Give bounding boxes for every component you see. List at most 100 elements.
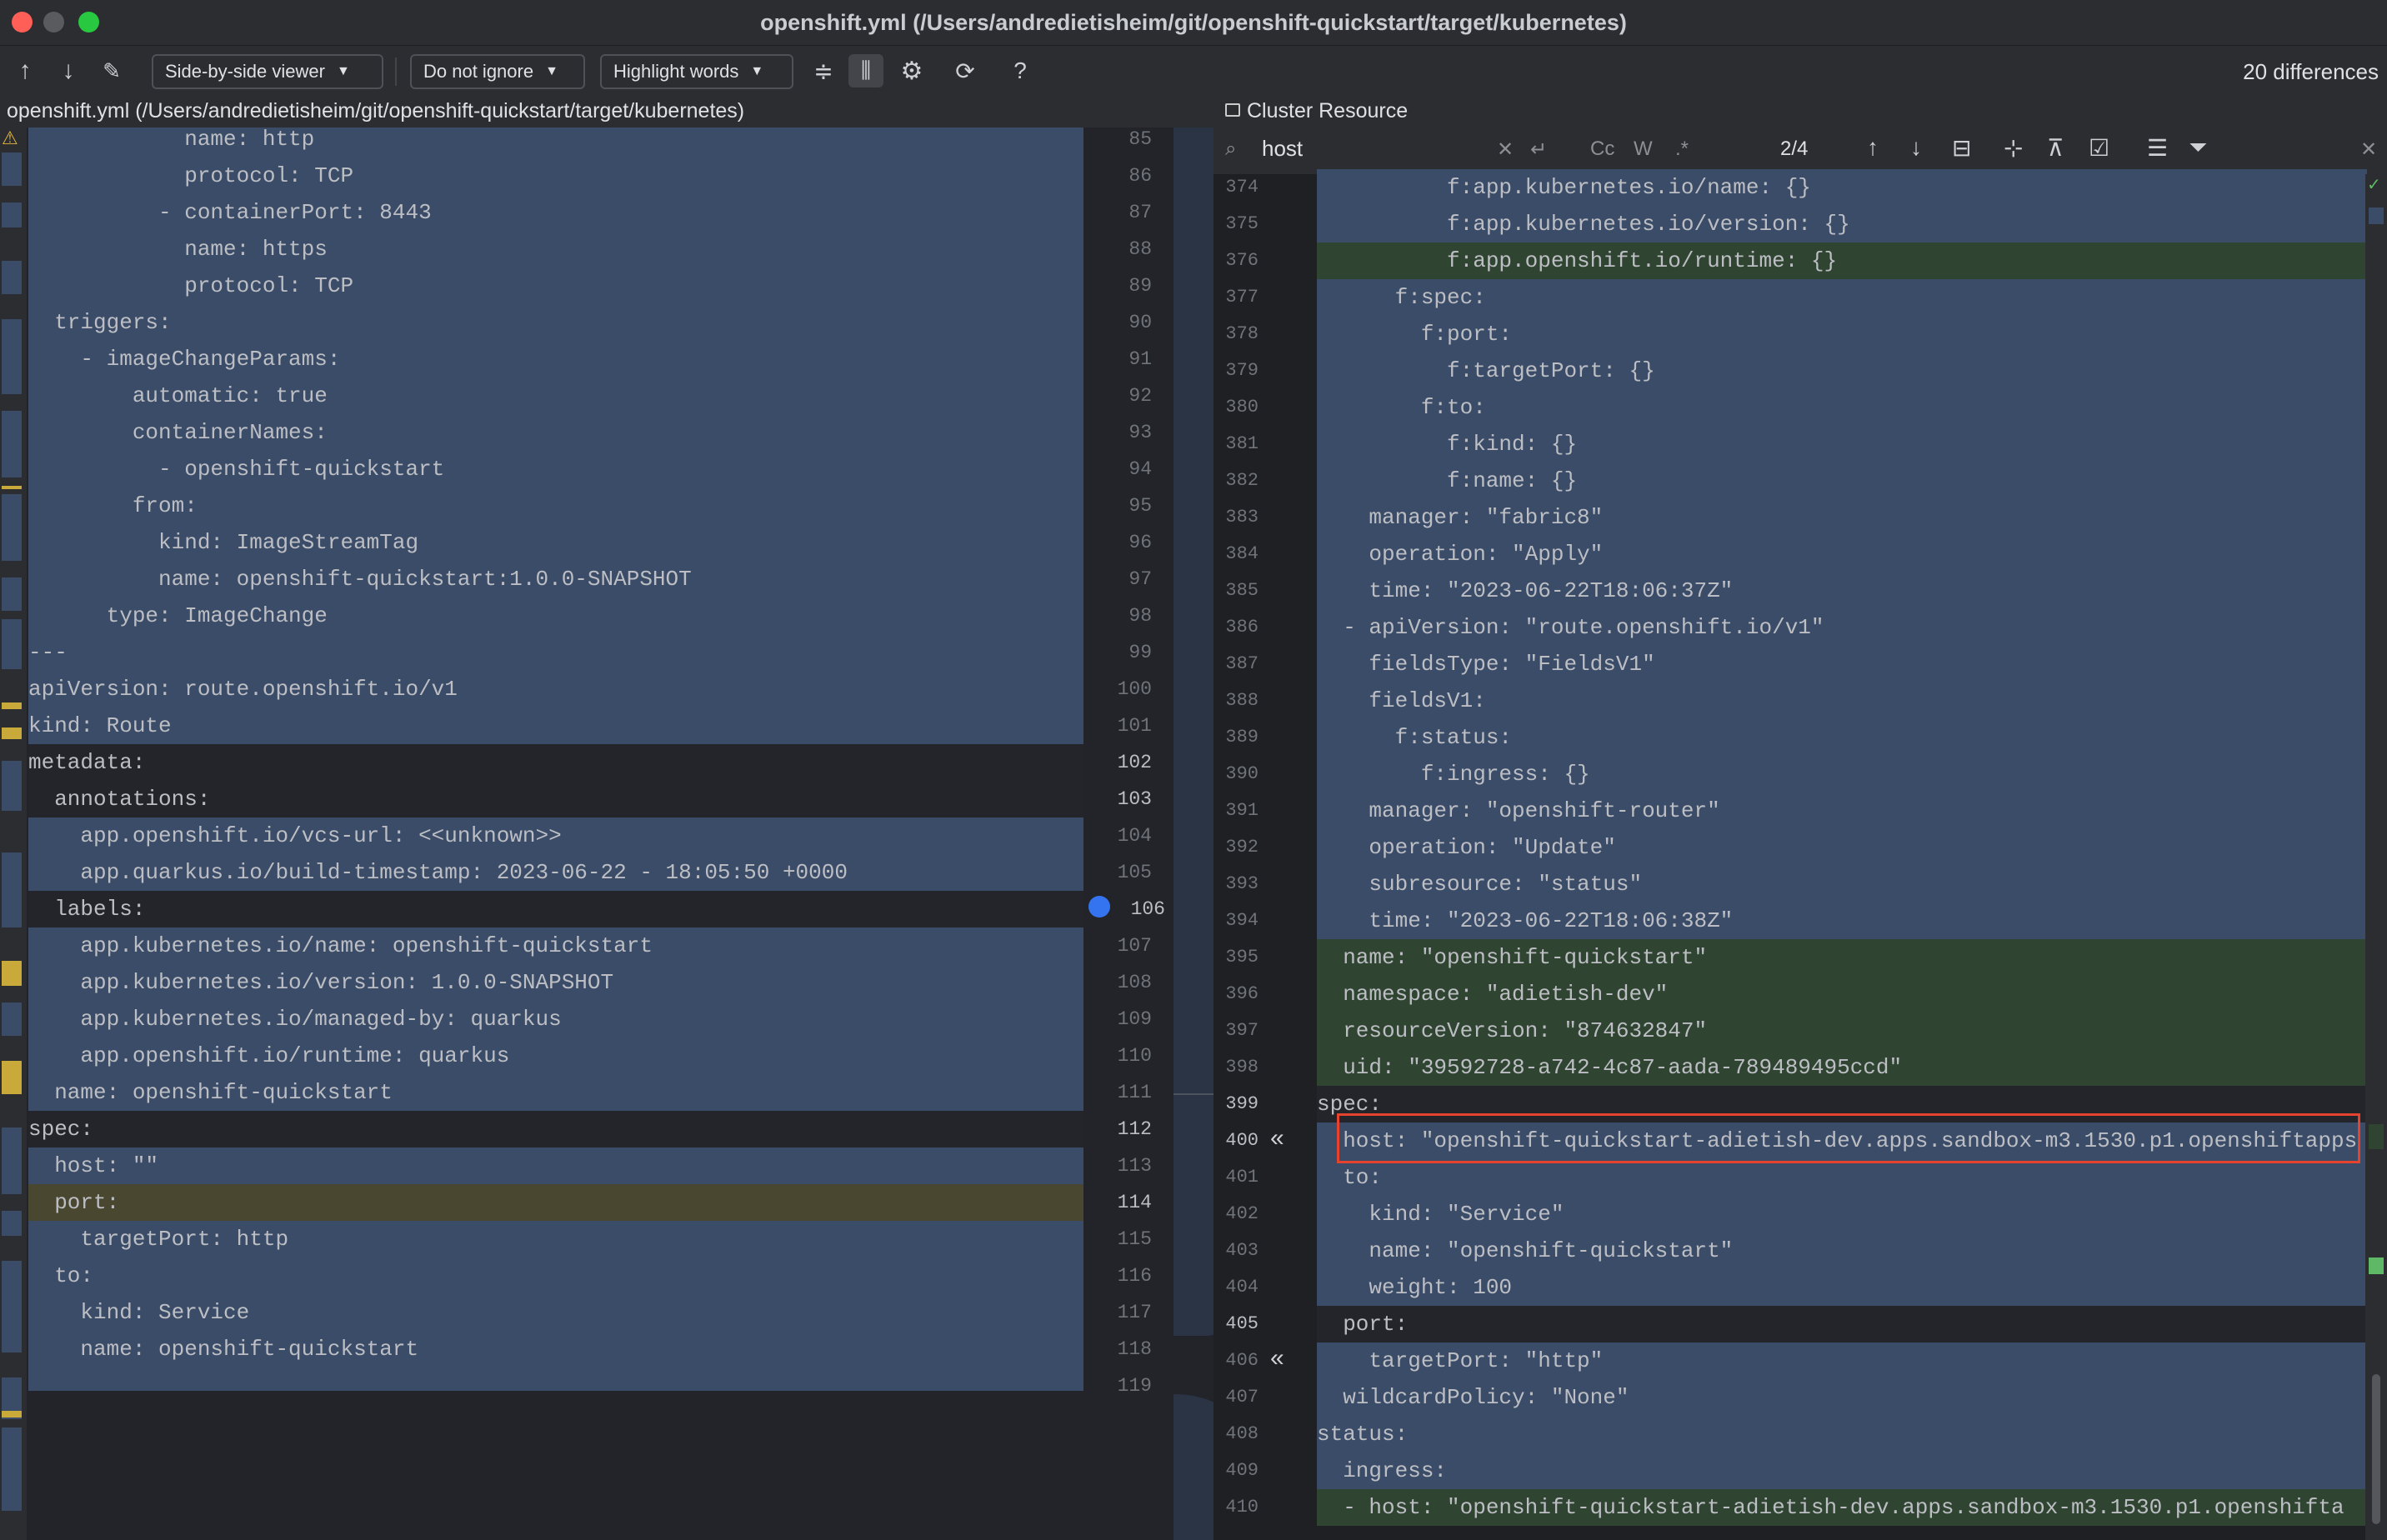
search-bar: ⌕ host ✕ ↵ Cc W .* 2/4 ↑ ↓ ⊟ ⊹ ⊼ ☑ ☰ ⏷ ✕ <box>1214 128 2387 175</box>
code-line: app.quarkus.io/build-timestamp: 2023-06-… <box>28 854 1083 891</box>
select-all-occurrences-icon[interactable]: ☑ <box>2089 134 2109 162</box>
line-number: 101 <box>1117 715 1152 737</box>
code-line: - openshift-quickstart <box>28 451 1083 488</box>
line-number: 407 <box>1225 1387 1259 1408</box>
previous-difference-arrow-up-icon[interactable]: ↑ <box>10 54 40 88</box>
add-selection-icon[interactable]: ⊹ <box>2004 134 2023 162</box>
code-line: triggers: <box>28 304 1083 341</box>
code-line: time: "2023-06-22T18:06:38Z" <box>1317 902 2367 939</box>
line-number: 406 <box>1225 1350 1259 1371</box>
code-line: port: <box>1317 1306 2367 1342</box>
line-number: 393 <box>1225 873 1259 894</box>
line-number: 380 <box>1225 397 1259 418</box>
line-number: 374 <box>1225 177 1259 198</box>
line-number: 100 <box>1117 678 1152 700</box>
code-line: f:spec: <box>1317 279 2367 316</box>
line-number: 91 <box>1128 348 1152 370</box>
line-number: 387 <box>1225 653 1259 674</box>
stripe-mark <box>2369 1124 2384 1149</box>
apply-change-chevron-left-icon[interactable]: « <box>1270 1124 1284 1152</box>
stripe-mark <box>2 961 22 986</box>
code-line: time: "2023-06-22T18:06:37Z" <box>1317 572 2367 609</box>
code-line: - containerPort: 8443 <box>28 194 1083 231</box>
show-filter-icon[interactable]: ☰ <box>2147 134 2168 162</box>
line-number: 114 <box>1117 1192 1152 1213</box>
code-line: from: <box>28 488 1083 524</box>
right-title-label: Cluster Resource <box>1247 99 1409 122</box>
whole-words-toggle[interactable]: W <box>1634 138 1653 161</box>
clear-search-icon[interactable]: ✕ <box>1497 138 1514 162</box>
code-line: app.kubernetes.io/version: 1.0.0-SNAPSHO… <box>28 964 1083 1001</box>
collapse-unchanged-icon[interactable]: ≑ <box>807 54 840 88</box>
right-error-stripe: ✓ <box>2365 174 2387 1540</box>
check-icon: ✓ <box>2367 176 2381 194</box>
close-search-icon[interactable]: ✕ <box>2360 138 2377 162</box>
edit-pencil-icon[interactable]: ✎ <box>95 54 128 88</box>
code-line: name: https <box>28 231 1083 268</box>
next-difference-arrow-down-icon[interactable]: ↓ <box>53 54 83 88</box>
line-number: 402 <box>1225 1203 1259 1224</box>
match-counter: 2/4 <box>1780 138 1809 160</box>
left-error-stripe: ⚠ <box>0 128 27 1540</box>
code-line: f:port: <box>1317 316 2367 352</box>
stripe-mark <box>2 152 22 186</box>
stripe-mark <box>2 494 22 561</box>
help-button[interactable]: ? <box>1003 54 1037 88</box>
code-line: - host: "openshift-quickstart-adietish-d… <box>1317 1489 2367 1526</box>
highlight-mode-dropdown[interactable]: Highlight words ▼ <box>600 54 793 89</box>
line-number: 376 <box>1225 250 1259 271</box>
remove-selection-icon[interactable]: ⊼ <box>2047 134 2064 162</box>
next-occurrence-arrow-down-icon[interactable]: ↓ <box>1910 134 1922 161</box>
ignore-label: Do not ignore <box>423 61 534 82</box>
left-editor-pane[interactable]: ⚠ name: http protocol: TCP - containerPo… <box>0 128 1083 1540</box>
filter-popup-icon[interactable]: ⊟ <box>1952 134 1971 162</box>
code-line: targetPort: http <box>28 1221 1083 1258</box>
stripe-mark <box>2 761 22 811</box>
regex-toggle[interactable]: .* <box>1675 138 1689 161</box>
code-line: labels: <box>28 891 1083 928</box>
chevron-down-icon: ▼ <box>750 64 764 78</box>
line-number: 396 <box>1225 983 1259 1004</box>
viewer-mode-label: Side-by-side viewer <box>165 61 325 82</box>
stripe-mark <box>2369 1258 2384 1274</box>
stripe-mark <box>2 1002 22 1036</box>
line-number: 375 <box>1225 213 1259 234</box>
line-number: 409 <box>1225 1460 1259 1481</box>
stripe-mark <box>2 202 22 228</box>
refresh-icon[interactable]: ⟳ <box>948 54 982 88</box>
code-line: wildcardPolicy: "None" <box>1317 1379 2367 1416</box>
previous-occurrence-arrow-up-icon[interactable]: ↑ <box>1867 134 1879 161</box>
vcs-author-icon[interactable] <box>1088 896 1110 918</box>
stripe-mark <box>2 411 22 478</box>
line-number: 86 <box>1128 165 1152 187</box>
stripe-mark <box>2 1128 22 1194</box>
code-line: f:name: {} <box>1317 462 2367 499</box>
ignore-whitespace-dropdown[interactable]: Do not ignore ▼ <box>410 54 585 89</box>
stripe-mark <box>2 319 22 394</box>
apply-change-chevron-left-icon[interactable]: « <box>1270 1344 1284 1372</box>
code-line: kind: Route <box>28 708 1083 744</box>
vertical-scrollbar[interactable] <box>2372 1374 2380 1524</box>
new-line-icon[interactable]: ↵ <box>1530 138 1547 162</box>
line-number: 98 <box>1128 605 1152 627</box>
line-number: 111 <box>1117 1082 1152 1103</box>
line-number: 385 <box>1225 580 1259 601</box>
match-case-toggle[interactable]: Cc <box>1590 138 1614 161</box>
chevron-down-icon: ▼ <box>336 64 350 78</box>
settings-gear-icon[interactable]: ⚙ <box>895 54 928 88</box>
search-input[interactable]: host <box>1262 136 1303 162</box>
stripe-mark <box>2 1428 22 1511</box>
code-line: annotations: <box>28 781 1083 818</box>
funnel-filter-icon[interactable]: ⏷ <box>2189 134 2207 162</box>
viewer-mode-dropdown[interactable]: Side-by-side viewer ▼ <box>152 54 383 89</box>
line-number: 394 <box>1225 910 1259 931</box>
line-number: 378 <box>1225 323 1259 344</box>
sync-scroll-toggle-icon[interactable]: ⫼ <box>848 54 883 88</box>
code-line: name: "openshift-quickstart" <box>1317 939 2367 976</box>
stripe-mark <box>2 1211 22 1236</box>
lock-icon <box>1225 103 1240 117</box>
code-line: f:to: <box>1317 389 2367 426</box>
code-line: protocol: TCP <box>28 158 1083 194</box>
code-line: app.kubernetes.io/managed-by: quarkus <box>28 1001 1083 1038</box>
left-code-area[interactable]: name: http protocol: TCP - containerPort… <box>28 128 1083 1540</box>
